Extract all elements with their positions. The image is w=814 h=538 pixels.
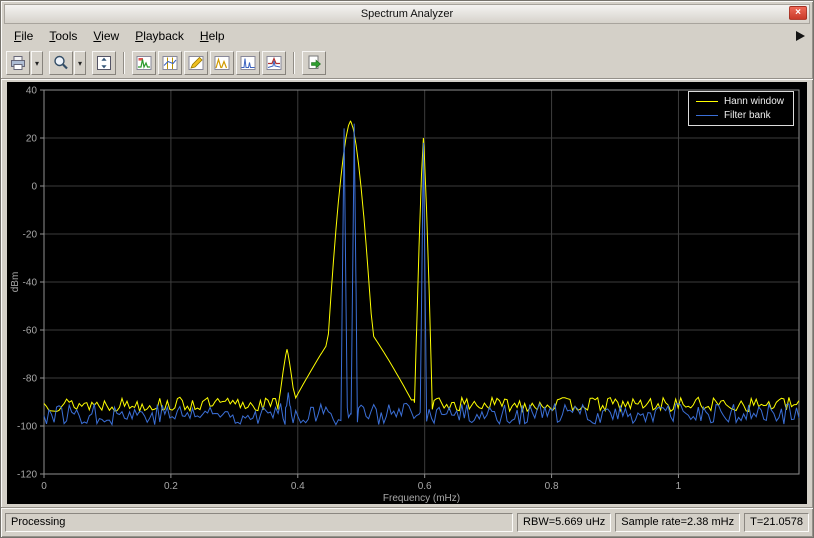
close-button[interactable]: ×	[789, 6, 807, 20]
toolbar: ▾ ▾	[1, 48, 813, 79]
status-message: Processing	[5, 512, 514, 532]
print-dropdown-button[interactable]: ▾	[31, 51, 43, 75]
plot-area[interactable]: 0 0.2 0.4 0.6 0.8 1 40 20 0 -20 -40 -60 -80 -100 -120 F…	[7, 82, 807, 504]
toolbar-separator	[293, 52, 295, 74]
legend-line-hann-window	[695, 100, 718, 102]
svg-text:dBm: dBm	[10, 272, 21, 293]
title-bar[interactable]: Spectrum Analyzer ×	[4, 4, 810, 24]
svg-text:1: 1	[676, 481, 682, 492]
zoom-dropdown-button[interactable]: ▾	[74, 51, 86, 75]
menu-view[interactable]: View	[85, 26, 127, 47]
printer-icon	[11, 56, 25, 70]
menu-help[interactable]: Help	[192, 26, 233, 47]
menu-bar: File Tools View Playback Help	[1, 24, 813, 48]
spectrum-settings-button[interactable]	[132, 51, 156, 75]
pencil-icon	[188, 56, 204, 70]
legend[interactable]: Hann window Filter bank	[687, 91, 794, 126]
cursor-measurements-button[interactable]	[158, 51, 182, 75]
channel-measurements-button[interactable]	[184, 51, 208, 75]
peak-finder-button[interactable]	[210, 51, 234, 75]
peak-finder-icon	[214, 56, 230, 70]
distortion-measurements-button[interactable]	[236, 51, 260, 75]
svg-text:-120: -120	[17, 470, 37, 481]
status-sample-rate: Sample rate=2.38 mHz	[615, 512, 741, 532]
legend-entry-hann-window: Hann window	[695, 94, 784, 108]
svg-text:20: 20	[26, 134, 38, 145]
svg-text:0.6: 0.6	[418, 481, 432, 492]
menu-tools[interactable]: Tools	[41, 26, 85, 47]
legend-label-hann-window: Hann window	[723, 95, 784, 107]
status-time: T=21.0578	[744, 512, 809, 532]
svg-text:-100: -100	[17, 422, 37, 433]
svg-text:0: 0	[41, 481, 47, 492]
spectral-mask-button[interactable]	[262, 51, 286, 75]
svg-text:-40: -40	[23, 278, 38, 289]
legend-line-filter-bank	[695, 114, 718, 116]
magnifier-icon	[54, 55, 68, 70]
print-button[interactable]	[6, 51, 30, 75]
svg-text:Frequency (mHz): Frequency (mHz)	[383, 493, 460, 504]
svg-text:-60: -60	[23, 326, 38, 337]
svg-text:0.4: 0.4	[291, 481, 305, 492]
window-title: Spectrum Analyzer	[360, 8, 454, 20]
svg-text:0.8: 0.8	[545, 481, 559, 492]
svg-text:0.2: 0.2	[164, 481, 178, 492]
svg-text:40: 40	[26, 86, 38, 97]
menu-file[interactable]: File	[6, 26, 41, 47]
span-full-view-button[interactable]	[92, 51, 116, 75]
svg-text:-20: -20	[23, 230, 38, 241]
legend-entry-filter-bank: Filter bank	[695, 108, 784, 122]
distortion-waveform-icon	[240, 56, 256, 70]
export-button[interactable]	[302, 51, 326, 75]
legend-label-filter-bank: Filter bank	[723, 109, 771, 121]
spectrum-analyzer-window: Spectrum Analyzer × File Tools View Play…	[0, 0, 814, 538]
zoom-button[interactable]	[49, 51, 73, 75]
svg-text:-80: -80	[23, 374, 38, 385]
menu-overflow-arrow-icon[interactable]	[796, 31, 805, 41]
toolbar-separator	[123, 52, 125, 74]
spectrum-settings-icon	[136, 56, 152, 70]
export-document-icon	[308, 55, 321, 69]
spectrum-chart: 0 0.2 0.4 0.6 0.8 1 40 20 0 -20 -40 -60 -80 -100 -120 F…	[10, 86, 800, 504]
cursor-measurements-icon	[162, 56, 178, 70]
status-rbw: RBW=5.669 uHz	[517, 512, 612, 532]
menu-playback[interactable]: Playback	[127, 26, 192, 47]
spectral-mask-icon	[266, 56, 282, 70]
fit-to-view-icon	[97, 56, 111, 70]
status-bar: Processing RBW=5.669 uHz Sample rate=2.3…	[1, 507, 813, 537]
svg-text:0: 0	[31, 182, 37, 193]
